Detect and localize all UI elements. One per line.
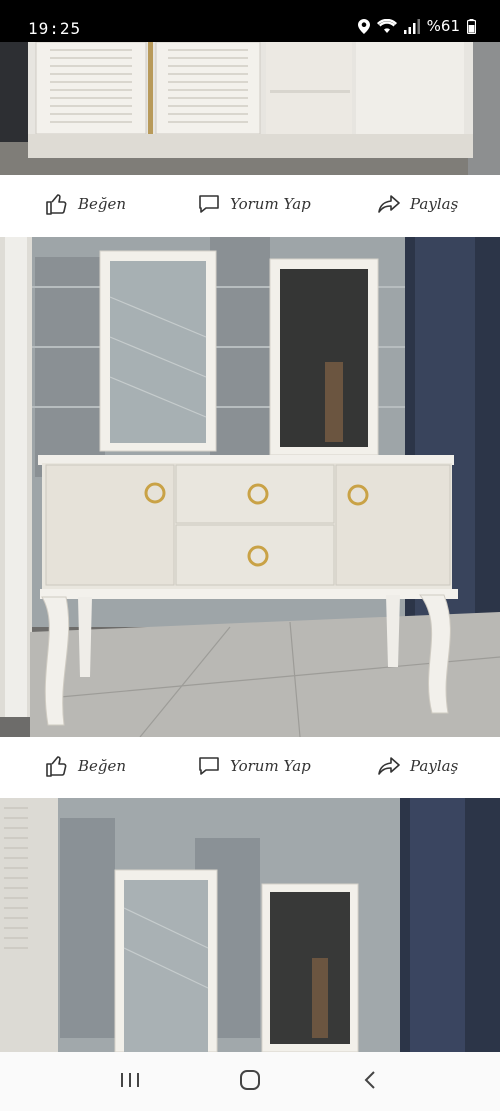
share-label: Paylaş	[410, 195, 459, 213]
comment-icon	[196, 191, 222, 217]
comment-label: Yorum Yap	[230, 757, 311, 775]
share-label: Paylaş	[410, 757, 459, 775]
home-button[interactable]	[230, 1062, 270, 1102]
share-button[interactable]: Paylaş	[376, 753, 458, 779]
home-icon	[239, 1069, 261, 1095]
system-nav-bar	[0, 1052, 500, 1111]
status-bar: 19:25 %61	[0, 0, 500, 42]
recent-apps-button[interactable]	[110, 1062, 150, 1102]
signal-icon	[403, 18, 420, 34]
post-photo[interactable]	[0, 237, 500, 737]
like-label: Beğen	[78, 757, 127, 775]
comment-icon	[196, 753, 222, 779]
post-action-bar: Beğen Yorum Yap Paylaş	[0, 737, 500, 799]
comment-button[interactable]: Yorum Yap	[196, 753, 311, 779]
comment-button[interactable]: Yorum Yap	[196, 191, 311, 217]
wifi-icon	[376, 18, 397, 34]
post-photo[interactable]	[0, 798, 500, 1052]
share-arrow-icon	[376, 191, 402, 217]
back-icon	[363, 1070, 377, 1094]
like-button[interactable]: Beğen	[44, 753, 126, 779]
thumbs-up-icon	[44, 191, 70, 217]
comment-label: Yorum Yap	[230, 195, 311, 213]
battery-text: %61	[426, 17, 460, 35]
like-button[interactable]: Beğen	[44, 191, 126, 217]
share-button[interactable]: Paylaş	[376, 191, 458, 217]
recent-apps-icon	[119, 1071, 141, 1093]
post-photo[interactable]	[0, 42, 500, 175]
status-icons: %61	[357, 17, 476, 35]
thumbs-up-icon	[44, 753, 70, 779]
post-action-bar: Beğen Yorum Yap Paylaş	[0, 175, 500, 237]
like-label: Beğen	[78, 195, 127, 213]
battery-icon	[467, 18, 476, 34]
location-icon	[357, 18, 370, 34]
back-button[interactable]	[350, 1062, 390, 1102]
share-arrow-icon	[376, 753, 402, 779]
status-time: 19:25	[28, 19, 82, 38]
